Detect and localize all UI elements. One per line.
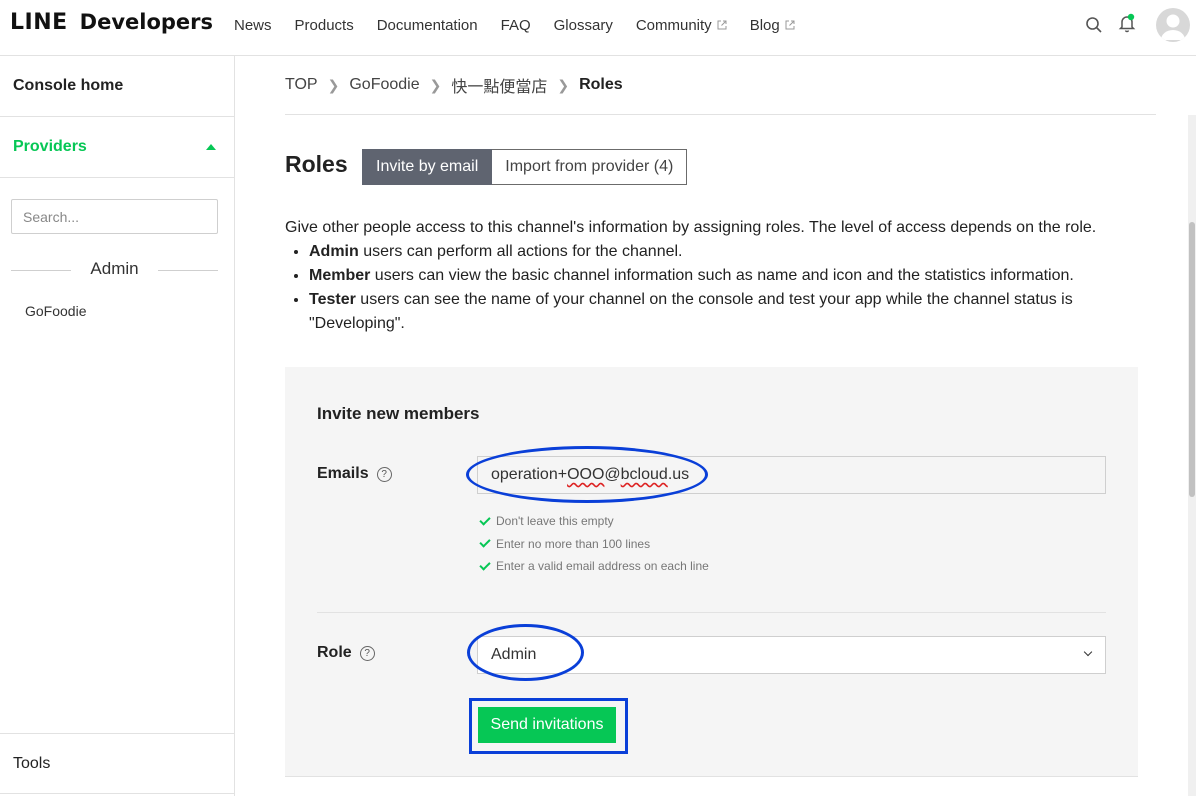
bell-icon[interactable] xyxy=(1116,12,1138,34)
nav-news-label: News xyxy=(234,16,272,34)
list-item: Admin users can perform all actions for … xyxy=(309,240,1145,264)
tab-invite-by-email[interactable]: Invite by email xyxy=(362,149,493,185)
sidebar-console-home-label: Console home xyxy=(13,77,124,94)
sidebar-tools[interactable]: Tools xyxy=(0,733,234,794)
check-icon xyxy=(479,514,491,526)
validation-text: Don't leave this empty xyxy=(496,514,614,529)
email-value-part: @ xyxy=(604,466,621,483)
logo-line-text: LINE xyxy=(10,10,68,35)
main-nav: News Products Documentation FAQ Glossary… xyxy=(234,0,818,50)
help-icon[interactable]: ? xyxy=(359,645,375,661)
breadcrumb-provider[interactable]: GoFoodie xyxy=(349,76,419,94)
email-value-part: bcloud xyxy=(620,466,668,483)
role-select[interactable]: Admin xyxy=(477,636,1106,674)
send-invitations-button[interactable]: Send invitations xyxy=(478,707,616,743)
tab-import-from-provider[interactable]: Import from provider (4) xyxy=(492,149,688,185)
chevron-right-icon: ❯ xyxy=(557,76,570,93)
breadcrumb-channel[interactable]: 快一點便當店 xyxy=(451,73,547,97)
user-avatar[interactable] xyxy=(1156,8,1190,42)
sidebar-tools-label: Tools xyxy=(13,754,51,772)
sidebar-provider-gofoodie[interactable]: GoFoodie xyxy=(25,303,86,319)
tab-invite-by-email-label: Invite by email xyxy=(376,158,479,175)
validation-item: Don't leave this empty xyxy=(479,510,709,533)
breadcrumb-divider xyxy=(285,114,1156,115)
email-value-part: OOO xyxy=(567,466,605,483)
email-value-part: .us xyxy=(667,466,690,483)
caret-up-icon xyxy=(206,144,216,150)
invite-panel: Invite new members Emails ? operation+ OO… xyxy=(285,367,1138,777)
emails-textarea[interactable]: operation+ OOO @ bcloud .us xyxy=(477,456,1106,494)
chevron-right-icon: ❯ xyxy=(429,76,442,93)
tab-import-from-provider-label: Import from provider (4) xyxy=(505,158,674,175)
role-description: users can view the basic channel informa… xyxy=(370,267,1074,284)
roles-intro: Give other people access to this channel… xyxy=(285,219,1097,236)
nav-products-label: Products xyxy=(294,16,354,34)
email-validation-list: Don't leave this empty Enter no more tha… xyxy=(479,510,709,578)
scrollbar-thumb[interactable] xyxy=(1189,222,1195,497)
role-name: Admin xyxy=(309,243,359,260)
validation-item: Enter a valid email address on each line xyxy=(479,555,709,578)
email-value-part: operation+ xyxy=(491,466,568,483)
role-name: Member xyxy=(309,267,371,284)
nav-community[interactable]: Community xyxy=(636,17,727,34)
search-icon[interactable] xyxy=(1083,14,1105,36)
nav-faq-label: FAQ xyxy=(500,16,531,34)
nav-blog-label: Blog xyxy=(749,16,780,34)
list-item: Tester users can see the name of your ch… xyxy=(309,288,1145,336)
roles-list: Admin users can perform all actions for … xyxy=(309,240,1145,336)
check-icon xyxy=(479,559,491,571)
sidebar-console-home[interactable]: Console home xyxy=(0,56,234,117)
nav-documentation-label: Documentation xyxy=(376,16,478,34)
page-title: Roles xyxy=(285,151,348,177)
help-icon[interactable]: ? xyxy=(376,466,392,482)
notification-dot xyxy=(1127,13,1135,21)
sidebar: Console home Providers Admin GoFoodie To… xyxy=(0,56,235,796)
validation-item: Enter no more than 100 lines xyxy=(479,533,709,556)
role-label-text: Role xyxy=(317,644,352,661)
role-description: users can perform all actions for the ch… xyxy=(358,243,683,260)
nav-blog[interactable]: Blog xyxy=(750,17,795,34)
sidebar-search-input[interactable] xyxy=(11,199,218,234)
emails-label-text: Emails xyxy=(317,465,369,482)
chevron-down-icon xyxy=(1083,647,1093,657)
nav-glossary-label: Glossary xyxy=(553,16,613,34)
nav-products[interactable]: Products xyxy=(295,17,354,34)
role-description: users can see the name of your channel o… xyxy=(309,291,1073,332)
role-name: Tester xyxy=(309,291,356,308)
check-icon xyxy=(479,536,491,548)
panel-divider xyxy=(317,612,1106,613)
chevron-right-icon: ❯ xyxy=(327,76,340,93)
user-avatar-icon xyxy=(1161,14,1185,40)
validation-text: Enter no more than 100 lines xyxy=(496,536,651,551)
list-item: Member users can view the basic channel … xyxy=(309,264,1145,288)
emails-label: Emails ? xyxy=(317,465,392,483)
roles-description: Give other people access to this channel… xyxy=(285,216,1145,336)
external-link-icon xyxy=(717,20,727,30)
sidebar-providers[interactable]: Providers xyxy=(0,117,234,178)
external-link-icon xyxy=(785,20,795,30)
breadcrumb-top[interactable]: TOP xyxy=(285,76,318,94)
top-header: LINE Developers News Products Documentat… xyxy=(0,0,1196,56)
invite-mode-tabs: Invite by email Import from provider (4) xyxy=(362,149,688,185)
validation-text: Enter a valid email address on each line xyxy=(496,559,709,574)
sidebar-providers-label: Providers xyxy=(13,138,87,155)
nav-glossary[interactable]: Glossary xyxy=(554,17,613,34)
breadcrumb-current: Roles xyxy=(579,76,623,93)
nav-community-label: Community xyxy=(635,16,712,34)
logo-developers-text: Developers xyxy=(79,10,214,34)
invite-panel-title: Invite new members xyxy=(317,404,480,423)
nav-news[interactable]: News xyxy=(234,17,272,34)
breadcrumb: TOP ❯ GoFoodie ❯ 快一點便當店 ❯ Roles xyxy=(285,74,623,96)
sidebar-role-divider-label: Admin xyxy=(90,259,139,278)
nav-documentation[interactable]: Documentation xyxy=(377,17,478,34)
line-developers-logo[interactable]: LINE Developers xyxy=(10,10,213,42)
sidebar-role-divider: Admin xyxy=(11,259,218,281)
nav-faq[interactable]: FAQ xyxy=(501,17,531,34)
role-select-value: Admin xyxy=(491,646,537,663)
role-label: Role ? xyxy=(317,644,375,662)
